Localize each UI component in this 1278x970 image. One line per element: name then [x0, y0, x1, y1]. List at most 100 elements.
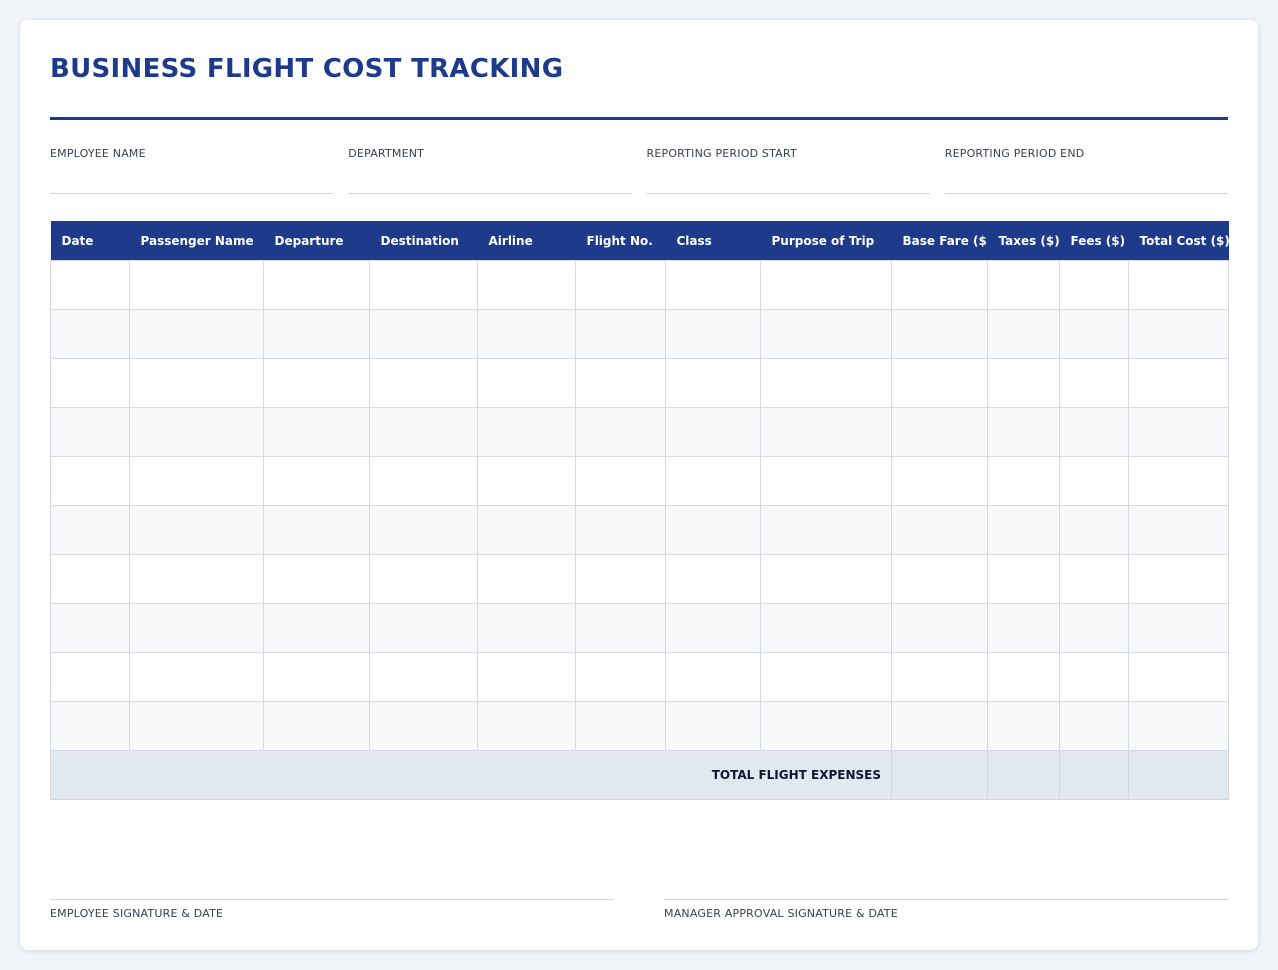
cell-flight-no[interactable] [575, 505, 666, 555]
cell-passenger-name[interactable] [129, 505, 264, 555]
cell-date[interactable] [50, 407, 130, 457]
cell-destination[interactable] [369, 260, 478, 310]
cell-airline[interactable] [477, 260, 576, 310]
cell-purpose[interactable] [760, 309, 892, 359]
cell-class[interactable] [665, 701, 761, 751]
cell-total-cost[interactable] [1128, 358, 1229, 408]
cell-base-fare[interactable] [891, 358, 988, 408]
cell-airline[interactable] [477, 505, 576, 555]
cell-class[interactable] [665, 456, 761, 506]
cell-airline[interactable] [477, 603, 576, 653]
period-start-input[interactable] [646, 175, 930, 194]
cell-taxes[interactable] [987, 407, 1060, 457]
cell-purpose[interactable] [760, 652, 892, 702]
cell-base-fare[interactable] [891, 652, 988, 702]
cell-base-fare[interactable] [891, 260, 988, 310]
cell-destination[interactable] [369, 456, 478, 506]
cell-passenger-name[interactable] [129, 652, 264, 702]
cell-date[interactable] [50, 701, 130, 751]
cell-flight-no[interactable] [575, 554, 666, 604]
period-end-input[interactable] [944, 175, 1228, 194]
cell-airline[interactable] [477, 652, 576, 702]
cell-class[interactable] [665, 554, 761, 604]
cell-total-cost[interactable] [1128, 505, 1229, 555]
cell-departure[interactable] [263, 407, 370, 457]
cell-passenger-name[interactable] [129, 260, 264, 310]
cell-departure[interactable] [263, 456, 370, 506]
cell-date[interactable] [50, 456, 130, 506]
cell-base-fare[interactable] [891, 309, 988, 359]
cell-base-fare[interactable] [891, 701, 988, 751]
employee-signature-line[interactable]: EMPLOYEE SIGNATURE & DATE [50, 899, 614, 920]
total-base-fare-cell[interactable] [891, 750, 988, 800]
cell-flight-no[interactable] [575, 603, 666, 653]
cell-destination[interactable] [369, 603, 478, 653]
cell-purpose[interactable] [760, 260, 892, 310]
cell-taxes[interactable] [987, 505, 1060, 555]
cell-destination[interactable] [369, 701, 478, 751]
cell-purpose[interactable] [760, 407, 892, 457]
cell-passenger-name[interactable] [129, 701, 264, 751]
cell-airline[interactable] [477, 554, 576, 604]
cell-taxes[interactable] [987, 554, 1060, 604]
cell-flight-no[interactable] [575, 701, 666, 751]
cell-taxes[interactable] [987, 603, 1060, 653]
cell-purpose[interactable] [760, 456, 892, 506]
cell-class[interactable] [665, 309, 761, 359]
cell-fees[interactable] [1059, 407, 1129, 457]
cell-taxes[interactable] [987, 456, 1060, 506]
cell-passenger-name[interactable] [129, 407, 264, 457]
cell-fees[interactable] [1059, 554, 1129, 604]
cell-departure[interactable] [263, 701, 370, 751]
cell-departure[interactable] [263, 554, 370, 604]
cell-flight-no[interactable] [575, 309, 666, 359]
total-fees-cell[interactable] [1059, 750, 1129, 800]
cell-passenger-name[interactable] [129, 603, 264, 653]
cell-departure[interactable] [263, 309, 370, 359]
cell-fees[interactable] [1059, 260, 1129, 310]
cell-class[interactable] [665, 260, 761, 310]
cell-departure[interactable] [263, 652, 370, 702]
cell-purpose[interactable] [760, 554, 892, 604]
cell-total-cost[interactable] [1128, 652, 1229, 702]
cell-flight-no[interactable] [575, 260, 666, 310]
cell-taxes[interactable] [987, 260, 1060, 310]
cell-base-fare[interactable] [891, 456, 988, 506]
cell-purpose[interactable] [760, 603, 892, 653]
cell-purpose[interactable] [760, 505, 892, 555]
cell-passenger-name[interactable] [129, 554, 264, 604]
cell-base-fare[interactable] [891, 505, 988, 555]
cell-base-fare[interactable] [891, 603, 988, 653]
cell-passenger-name[interactable] [129, 358, 264, 408]
cell-airline[interactable] [477, 701, 576, 751]
cell-passenger-name[interactable] [129, 456, 264, 506]
cell-fees[interactable] [1059, 358, 1129, 408]
cell-flight-no[interactable] [575, 456, 666, 506]
cell-class[interactable] [665, 407, 761, 457]
cell-fees[interactable] [1059, 505, 1129, 555]
cell-base-fare[interactable] [891, 554, 988, 604]
cell-fees[interactable] [1059, 456, 1129, 506]
cell-destination[interactable] [369, 554, 478, 604]
cell-class[interactable] [665, 603, 761, 653]
department-input[interactable] [348, 175, 632, 194]
cell-airline[interactable] [477, 456, 576, 506]
total-cost-cell[interactable] [1128, 750, 1229, 800]
total-taxes-cell[interactable] [987, 750, 1060, 800]
cell-date[interactable] [50, 554, 130, 604]
cell-base-fare[interactable] [891, 407, 988, 457]
cell-class[interactable] [665, 505, 761, 555]
cell-taxes[interactable] [987, 652, 1060, 702]
cell-date[interactable] [50, 603, 130, 653]
manager-signature-line[interactable]: MANAGER APPROVAL SIGNATURE & DATE [664, 899, 1228, 920]
cell-passenger-name[interactable] [129, 309, 264, 359]
cell-departure[interactable] [263, 260, 370, 310]
cell-flight-no[interactable] [575, 407, 666, 457]
cell-total-cost[interactable] [1128, 701, 1229, 751]
cell-date[interactable] [50, 652, 130, 702]
cell-total-cost[interactable] [1128, 603, 1229, 653]
cell-date[interactable] [50, 260, 130, 310]
cell-total-cost[interactable] [1128, 407, 1229, 457]
cell-departure[interactable] [263, 358, 370, 408]
cell-destination[interactable] [369, 505, 478, 555]
